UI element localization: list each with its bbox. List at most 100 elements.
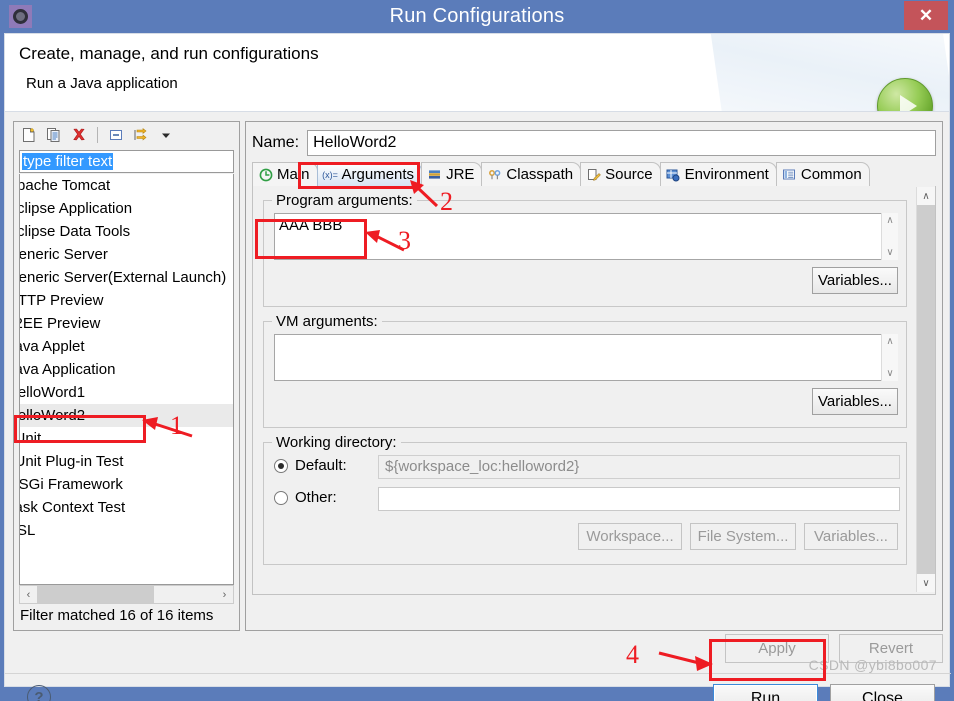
name-row: Name: HelloWord2 bbox=[252, 130, 936, 156]
arguments-tab-panel: Program arguments: AAA BBB ∧ ∨ Variables… bbox=[252, 186, 936, 595]
name-label: Name: bbox=[252, 134, 300, 151]
tab-common[interactable]: Common bbox=[775, 162, 870, 186]
tab-classpath-label: Classpath bbox=[506, 166, 574, 183]
tree-filter-value: type filter text bbox=[22, 153, 114, 170]
source-tab-icon bbox=[586, 168, 601, 182]
main-tab-icon bbox=[258, 168, 273, 182]
list-item[interactable]: Generic Server bbox=[20, 243, 233, 266]
scroll-thumb[interactable] bbox=[917, 205, 935, 574]
apply-revert-row: Apply Revert bbox=[245, 634, 943, 666]
working-dir-other-label: Other: bbox=[295, 489, 337, 506]
list-item[interactable]: J2EE Preview bbox=[20, 312, 233, 335]
close-window-button[interactable]: ✕ bbox=[904, 1, 948, 30]
delete-configuration-icon[interactable] bbox=[68, 124, 90, 146]
tree-toolbar bbox=[14, 122, 239, 148]
vm-arguments-scrollbar[interactable]: ∧ ∨ bbox=[881, 334, 898, 381]
run-button[interactable]: Run bbox=[713, 684, 818, 701]
workspace-button[interactable]: Workspace... bbox=[578, 523, 682, 550]
list-item[interactable]: Java Applet bbox=[20, 335, 233, 358]
tab-source[interactable]: Source bbox=[580, 162, 661, 186]
list-item[interactable]: Apache Tomcat bbox=[20, 174, 233, 197]
vm-arguments-textarea[interactable] bbox=[274, 334, 898, 381]
list-item[interactable]: XSL bbox=[20, 519, 233, 542]
page-subtitle: Run a Java application bbox=[26, 75, 178, 92]
scroll-track[interactable] bbox=[37, 586, 216, 603]
scroll-left-icon[interactable]: ‹ bbox=[20, 586, 37, 603]
program-arguments-textarea[interactable]: AAA BBB bbox=[274, 213, 898, 260]
vm-arguments-variables-button[interactable]: Variables... bbox=[812, 388, 898, 415]
working-directory-label: Working directory: bbox=[272, 434, 401, 451]
tab-classpath[interactable]: Classpath bbox=[481, 162, 582, 186]
configurations-tree-panel: type filter text Apache Tomcat Eclipse A… bbox=[13, 121, 240, 631]
footer-separator bbox=[5, 673, 951, 674]
filter-status-text: Filter matched 16 of 16 items bbox=[20, 607, 214, 624]
tab-jre[interactable]: JRE bbox=[421, 162, 483, 186]
tab-content-scrollbar[interactable]: ∧ ∨ bbox=[916, 187, 935, 592]
list-item[interactable]: OSGi Framework bbox=[20, 473, 233, 496]
tab-main-label: Main bbox=[277, 166, 310, 183]
help-icon[interactable]: ? bbox=[27, 685, 51, 701]
scroll-up-icon[interactable]: ∧ bbox=[886, 336, 893, 347]
tab-jre-label: JRE bbox=[446, 166, 475, 183]
list-item[interactable]: Generic Server(External Launch) bbox=[20, 266, 233, 289]
page-title: Create, manage, and run configurations bbox=[19, 44, 319, 63]
program-arguments-group: Program arguments: AAA BBB ∧ ∨ Variables… bbox=[263, 192, 907, 307]
tree-horizontal-scrollbar[interactable]: ‹ › bbox=[19, 585, 234, 604]
list-item[interactable]: Java Application bbox=[20, 358, 233, 381]
working-dir-other-radio-row[interactable]: Other: bbox=[274, 489, 337, 506]
list-item[interactable]: JUnit bbox=[20, 427, 233, 450]
common-tab-icon bbox=[782, 168, 797, 182]
radio-other-icon[interactable] bbox=[274, 490, 288, 505]
scroll-down-icon[interactable]: ∨ bbox=[886, 368, 893, 379]
configuration-editor-panel: Name: HelloWord2 Main (x)= Arguments JRE… bbox=[245, 121, 943, 631]
revert-button[interactable]: Revert bbox=[839, 634, 943, 663]
apply-button[interactable]: Apply bbox=[725, 634, 829, 663]
collapse-all-icon[interactable] bbox=[105, 124, 127, 146]
toolbar-separator bbox=[97, 127, 98, 143]
list-item[interactable]: Eclipse Data Tools bbox=[20, 220, 233, 243]
window-title: Run Configurations bbox=[389, 5, 565, 27]
file-system-button[interactable]: File System... bbox=[690, 523, 796, 550]
working-dir-default-label: Default: bbox=[295, 457, 347, 474]
run-configurations-dialog: Run Configurations ✕ Create, manage, and… bbox=[0, 0, 954, 701]
list-item[interactable]: Eclipse Application bbox=[20, 197, 233, 220]
scroll-right-icon[interactable]: › bbox=[216, 586, 233, 603]
working-dir-default-value: ${workspace_loc:helloword2} bbox=[378, 455, 900, 479]
working-directory-group: Working directory: Default: ${workspace_… bbox=[263, 434, 907, 565]
duplicate-configuration-icon[interactable] bbox=[43, 124, 65, 146]
scroll-down-icon[interactable]: ∨ bbox=[886, 247, 893, 258]
scroll-down-icon[interactable]: ∨ bbox=[917, 574, 935, 592]
footer-buttons: Run Close bbox=[713, 684, 935, 701]
radio-default-icon[interactable] bbox=[274, 458, 288, 473]
new-configuration-icon[interactable] bbox=[18, 124, 40, 146]
working-dir-default-radio-row[interactable]: Default: bbox=[274, 457, 347, 474]
scroll-up-icon[interactable]: ∧ bbox=[886, 215, 893, 226]
filter-icon[interactable] bbox=[130, 124, 152, 146]
helloword2-tree-item[interactable]: HelloWord2 bbox=[20, 404, 233, 427]
scroll-thumb[interactable] bbox=[37, 586, 154, 603]
tab-environment[interactable]: Environment bbox=[659, 162, 777, 186]
name-input[interactable]: HelloWord2 bbox=[307, 130, 936, 156]
working-dir-variables-button[interactable]: Variables... bbox=[804, 523, 898, 550]
view-menu-chevron-icon[interactable] bbox=[155, 124, 177, 146]
list-item-helloword1[interactable]: HelloWord1 bbox=[20, 381, 233, 404]
arguments-tab[interactable]: (x)= Arguments bbox=[316, 162, 423, 186]
title-bar: Run Configurations ✕ bbox=[0, 0, 954, 33]
close-button[interactable]: Close bbox=[830, 684, 935, 701]
tab-main[interactable]: Main bbox=[252, 162, 318, 186]
configurations-tree[interactable]: Apache Tomcat Eclipse Application Eclips… bbox=[19, 174, 234, 585]
jre-tab-icon bbox=[427, 168, 442, 182]
scroll-up-icon[interactable]: ∧ bbox=[917, 187, 935, 205]
tab-arguments-label: Arguments bbox=[341, 166, 415, 183]
program-arguments-scrollbar[interactable]: ∧ ∨ bbox=[881, 213, 898, 260]
tab-common-label: Common bbox=[800, 166, 862, 183]
arguments-tab-icon: (x)= bbox=[322, 169, 338, 180]
program-arguments-variables-button[interactable]: Variables... bbox=[812, 267, 898, 294]
working-dir-other-input[interactable] bbox=[378, 487, 900, 511]
list-item[interactable]: HTTP Preview bbox=[20, 289, 233, 312]
tab-source-label: Source bbox=[605, 166, 653, 183]
tab-environment-label: Environment bbox=[684, 166, 769, 183]
tree-filter-input[interactable]: type filter text bbox=[19, 150, 234, 173]
list-item[interactable]: JUnit Plug-in Test bbox=[20, 450, 233, 473]
list-item[interactable]: Task Context Test bbox=[20, 496, 233, 519]
